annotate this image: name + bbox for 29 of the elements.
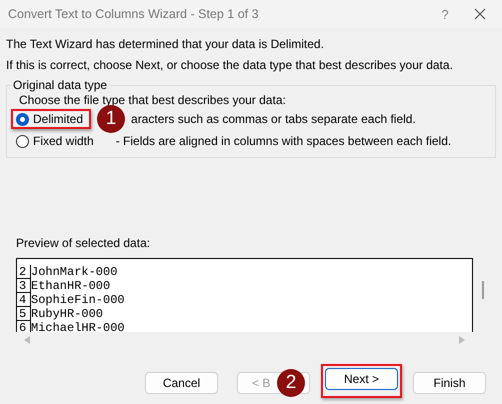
row-text: EthanHR-000	[31, 279, 110, 293]
instruction-text: The Text Wizard has determined that your data is Delimited.	[6, 37, 324, 51]
dialog-button[interactable]: Cancel	[145, 372, 218, 394]
row-text: SophieFin-000	[31, 293, 125, 307]
preview-label: Preview of selected data:	[16, 236, 150, 250]
radio-button[interactable]	[16, 112, 29, 126]
step-badge: 2	[277, 369, 305, 397]
row-number: 2	[17, 265, 31, 279]
option-description: - Fields are aligned in columns with spaces between each field.	[116, 134, 452, 148]
row-number: 5	[17, 307, 31, 321]
radio-button[interactable]	[16, 134, 29, 148]
prompt-text: Choose the file type that best describes your data:	[19, 93, 286, 107]
row-number: 3	[17, 279, 31, 293]
row-text: MichaelHR-000	[31, 321, 125, 332]
row-number: 4	[17, 293, 31, 307]
scrollbar-thumb[interactable]	[482, 281, 484, 299]
window-title: Convert Text to Columns Wizard - Step 1 of 3	[8, 7, 260, 21]
option-description: aracters such as commas or tabs separate each field.	[131, 112, 416, 126]
close-icon[interactable]	[474, 8, 486, 20]
instruction-text: If this is correct, choose Next, or choose the data type that best describes your data.	[6, 58, 453, 72]
step-badge: 1	[97, 105, 126, 133]
row-text: RubyHR-000	[31, 307, 104, 321]
option-label[interactable]: Delimited	[33, 112, 84, 126]
row-text: JohnMark-000	[31, 265, 118, 279]
group-title: Original data type	[12, 78, 108, 92]
dialog-button[interactable]: Next >	[325, 368, 398, 390]
option-label[interactable]: Fixed width	[33, 134, 94, 148]
row-number: 6	[17, 321, 31, 332]
dialog-button[interactable]: Finish	[413, 372, 486, 394]
